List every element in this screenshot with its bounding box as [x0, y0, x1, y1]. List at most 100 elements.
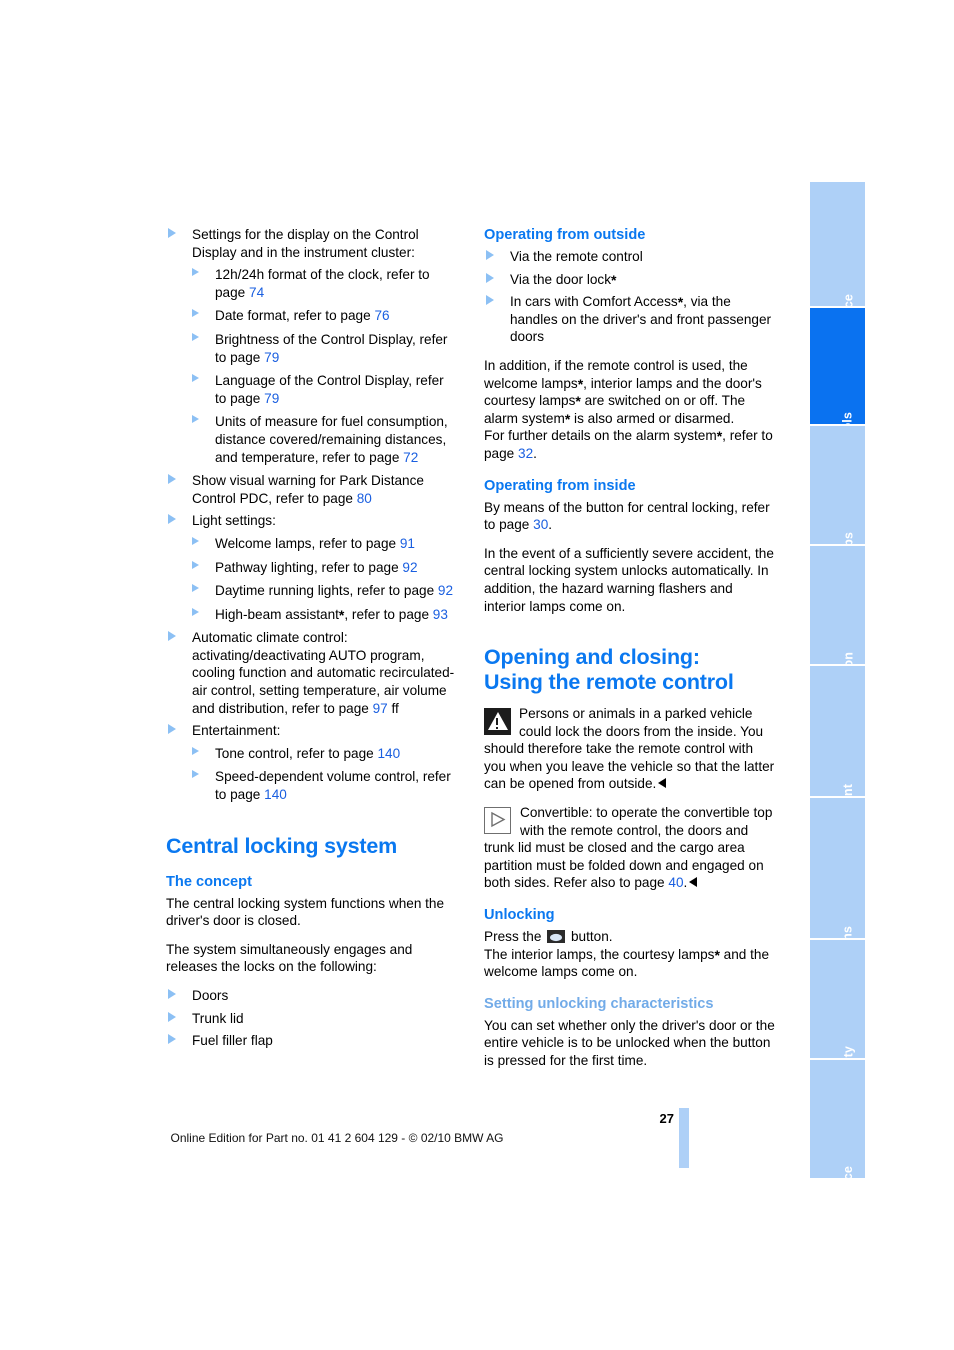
list-item: Light settings: Welcome lamps, refer to …	[166, 512, 458, 623]
list-item: Speed-dependent volume control, refer to…	[192, 768, 458, 803]
subheading-operating-from-outside: Operating from outside	[484, 227, 646, 243]
manual-page: Settings for the display on the Control …	[0, 0, 954, 1350]
setting-unlocking-paragraph: You can set whether only the driver's do…	[484, 1017, 775, 1068]
page-ref: 92	[437, 583, 454, 599]
tab-entertainment[interactable]: Entertainment	[810, 666, 865, 796]
warning-notice: Persons or animals in a parked vehicle c…	[484, 705, 776, 793]
triangle-bullet-icon	[168, 228, 176, 238]
list-item: Via the remote control	[484, 248, 776, 266]
list-item-label: Light settings:	[192, 513, 276, 529]
page-ref: 92	[402, 559, 418, 575]
tab-label: Entertainment	[841, 784, 855, 796]
list-item-label: High-beam assistant	[215, 606, 339, 622]
info-notice: Convertible: to operate the convertible …	[484, 804, 776, 892]
unlocking-press-pre: Press the	[484, 929, 546, 945]
tab-at-a-glance[interactable]: At a glance	[810, 182, 865, 306]
tab-label: Driving tips	[841, 532, 855, 544]
triangle-bullet-icon	[192, 309, 199, 318]
tab-reference[interactable]: Reference	[810, 1060, 865, 1178]
subheading-operating-from-inside: Operating from inside	[484, 477, 636, 494]
warning-notice-text: Persons or animals in a parked vehicle c…	[484, 706, 775, 792]
list-item-label: Brightness of the Control Display, refer…	[215, 331, 448, 365]
list-item: Tone control, refer to page 140	[192, 745, 458, 763]
light-settings-sublist: Welcome lamps, refer to page 91 Pathway …	[192, 535, 458, 623]
unlocking-press-line: Press the button.	[484, 928, 776, 946]
page-ref: 140	[377, 745, 401, 761]
note-triangle-icon	[484, 807, 511, 835]
tab-label: Reference	[841, 1166, 855, 1178]
list-item-label: Fuel filler flap	[192, 1033, 273, 1049]
list-item-label: Settings for the display on the Control …	[192, 227, 419, 260]
page-ref: 91	[399, 535, 415, 551]
page-ref: 76	[374, 308, 390, 324]
outside-para-b-3: .	[533, 445, 537, 461]
list-item: Settings for the display on the Control …	[166, 226, 458, 466]
tab-label: Controls	[841, 412, 855, 424]
page-title-opening-closing: Opening and closing: Using the remote con…	[484, 645, 776, 695]
page-ref-suffix: ff	[387, 700, 399, 716]
concept-paragraph-2: The system simultaneously engages and re…	[166, 941, 413, 975]
left-text-column: Settings for the display on the Control …	[166, 226, 458, 1061]
list-item: Units of measure for fuel consumption, d…	[192, 413, 458, 466]
list-item: Pathway lighting, refer to page 92	[192, 559, 458, 577]
triangle-bullet-icon	[486, 295, 494, 306]
triangle-bullet-icon	[192, 536, 199, 545]
subheading-setting-unlocking-characteristics: Setting unlocking characteristics	[484, 995, 714, 1012]
opening-title-line-1: Opening and closing:	[484, 645, 700, 670]
triangle-bullet-icon	[192, 415, 199, 424]
list-item-label: 12h/24h format of the clock, refer to pa…	[215, 267, 430, 300]
list-item: Show visual warning for Park Distance Co…	[166, 472, 458, 507]
info-notice-text-post: .	[683, 875, 688, 891]
triangle-bullet-icon	[168, 989, 176, 999]
tab-mobility[interactable]: Mobility	[810, 940, 865, 1058]
list-item-label: Pathway lighting, refer to page	[215, 559, 403, 575]
triangle-bullet-icon	[486, 272, 494, 283]
page-ref: 74	[249, 284, 265, 300]
page-ref: 80	[356, 490, 372, 506]
triangle-bullet-icon	[168, 514, 176, 525]
list-item: Entertainment: Tone control, refer to pa…	[166, 722, 458, 803]
list-item: Via the door lock*	[484, 271, 776, 289]
list-item-label: Doors	[192, 988, 229, 1003]
page-ref: 30	[533, 517, 549, 533]
remote-unlock-button-icon	[547, 930, 566, 944]
page-ref: 97	[372, 700, 388, 716]
tab-label: Communications	[841, 926, 855, 938]
unlocking-press-post: button.	[567, 929, 613, 945]
list-item: Fuel filler flap	[166, 1032, 458, 1050]
outside-paragraph-b: For further details on the alarm system*…	[484, 427, 776, 462]
tab-driving-tips[interactable]: Driving tips	[810, 426, 865, 544]
page-ref: 79	[264, 390, 280, 406]
triangle-bullet-icon	[168, 631, 176, 642]
triangle-bullet-icon	[192, 770, 199, 779]
page-ref: 93	[432, 606, 448, 622]
opening-title-line-2: Using the remote control	[484, 670, 734, 695]
concept-paragraph-1: The central locking system functions whe…	[166, 895, 445, 929]
list-item: Brightness of the Control Display, refer…	[192, 331, 458, 366]
inside-paragraph-2: In the event of a sufficiently severe ac…	[484, 545, 774, 614]
tab-navigation[interactable]: Navigation	[810, 546, 865, 664]
list-item: 12h/24h format of the clock, refer to pa…	[192, 266, 458, 301]
notice-end-marker-icon	[689, 877, 698, 888]
list-item-label: Show visual warning for Park Distance Co…	[192, 473, 424, 506]
list-item-label: Via the door lock	[510, 271, 612, 287]
triangle-bullet-icon	[168, 1011, 176, 1022]
page-title-central-locking: Central locking system	[166, 833, 397, 858]
tab-communications[interactable]: Communications	[810, 798, 865, 938]
page-number: 27	[659, 1111, 674, 1126]
triangle-bullet-icon	[192, 332, 199, 341]
display-settings-sublist: 12h/24h format of the clock, refer to pa…	[192, 266, 458, 466]
footer-accent-bar	[679, 1108, 689, 1168]
tab-controls[interactable]: Controls	[810, 308, 865, 424]
list-item: Trunk lid	[166, 1010, 458, 1028]
tab-label: Mobility	[841, 1046, 855, 1058]
subheading-unlocking: Unlocking	[484, 907, 555, 924]
locks-list: Doors Trunk lid Fuel filler flap	[166, 987, 458, 1050]
triangle-bullet-icon	[192, 746, 199, 755]
list-item-label: Automatic climate control: activating/de…	[192, 630, 455, 716]
footer-imprint: Online Edition for Part no. 01 41 2 604 …	[170, 1131, 504, 1145]
outside-para-b-1: For further details on the alarm system	[484, 428, 717, 444]
list-item: Daytime running lights, refer to page 92	[192, 582, 458, 600]
list-item: In cars with Comfort Access*, via the ha…	[484, 293, 776, 346]
outside-paragraph-a: In addition, if the remote control is us…	[484, 357, 776, 427]
